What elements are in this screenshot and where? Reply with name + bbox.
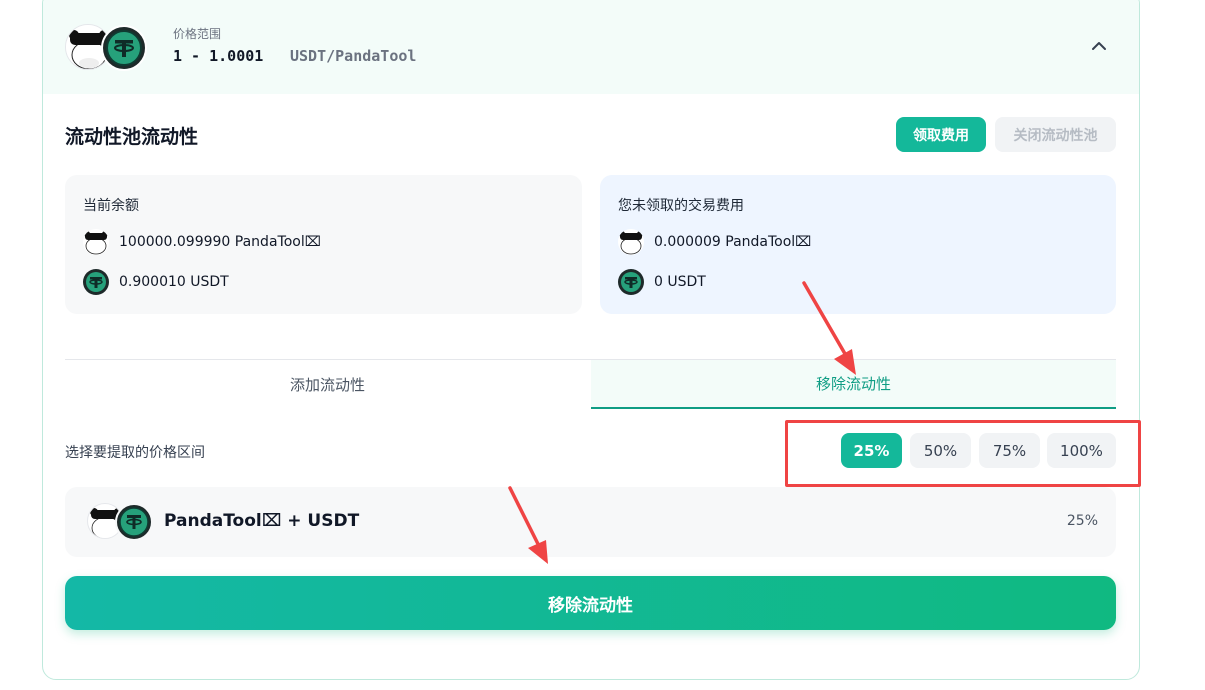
unclaimed-fees-title: 您未领取的交易费用	[618, 198, 744, 214]
percent-25-button[interactable]: 25%	[841, 433, 902, 468]
fees-row-panda: 0.000009 PandaTool⌧	[618, 229, 811, 255]
current-balance-title: 当前余额	[83, 198, 139, 214]
range-select-label: 选择要提取的价格区间	[65, 445, 205, 461]
tab-remove-liquidity[interactable]: 移除流动性	[591, 360, 1116, 409]
balance-row-panda: 100000.099990 PandaTool⌧	[83, 229, 321, 255]
fees-row-usdt: 0 USDT	[618, 269, 706, 295]
pair-summary: PandaTool⌧ + USDT 25%	[65, 487, 1116, 557]
pair-percent: 25%	[1066, 513, 1098, 529]
chevron-up-icon[interactable]	[1088, 35, 1110, 57]
price-range-value: 1 - 1.0001	[173, 47, 264, 65]
percent-100-button[interactable]: 100%	[1047, 433, 1116, 468]
panda-token-icon	[83, 229, 109, 255]
pair-logos	[87, 503, 157, 541]
position-header[interactable]: 价格范围 1 - 1.0001 USDT/PandaTool	[43, 0, 1139, 94]
close-pool-button[interactable]: 关闭流动性池	[995, 117, 1116, 152]
balance-usdt-amount: 0.900010 USDT	[119, 274, 229, 290]
usdt-token-icon	[618, 269, 644, 295]
percent-75-button[interactable]: 75%	[979, 433, 1040, 468]
position-card: 价格范围 1 - 1.0001 USDT/PandaTool 流动性池流动性 领…	[42, 0, 1140, 680]
pair-name: PandaTool⌧ + USDT	[164, 511, 360, 531]
balance-panda-amount: 100000.099990 PandaTool⌧	[119, 234, 321, 250]
usdt-token-icon	[115, 503, 153, 541]
fees-panda-amount: 0.000009 PandaTool⌧	[654, 234, 812, 250]
panda-token-icon	[618, 229, 644, 255]
usdt-token-icon	[101, 25, 147, 71]
balance-row-usdt: 0.900010 USDT	[83, 269, 229, 295]
pair-logos	[65, 24, 155, 72]
current-balance-panel: 当前余额 100000.099990 PandaTool⌧ 0.900010 U…	[65, 175, 582, 314]
tab-add-liquidity[interactable]: 添加流动性	[65, 360, 590, 409]
remove-liquidity-button[interactable]: 移除流动性	[65, 576, 1116, 630]
liquidity-tabs: 添加流动性 移除流动性	[65, 359, 1116, 409]
unclaimed-fees-panel: 您未领取的交易费用 0.000009 PandaTool⌧ 0 USDT	[600, 175, 1116, 314]
price-range-unit: USDT/PandaTool	[290, 47, 417, 65]
usdt-token-icon	[83, 269, 109, 295]
collect-fees-button[interactable]: 领取费用	[896, 117, 986, 152]
fees-usdt-amount: 0 USDT	[654, 274, 706, 290]
percent-50-button[interactable]: 50%	[910, 433, 971, 468]
price-range-label: 价格范围	[173, 27, 222, 41]
pool-liquidity-title: 流动性池流动性	[65, 126, 199, 148]
